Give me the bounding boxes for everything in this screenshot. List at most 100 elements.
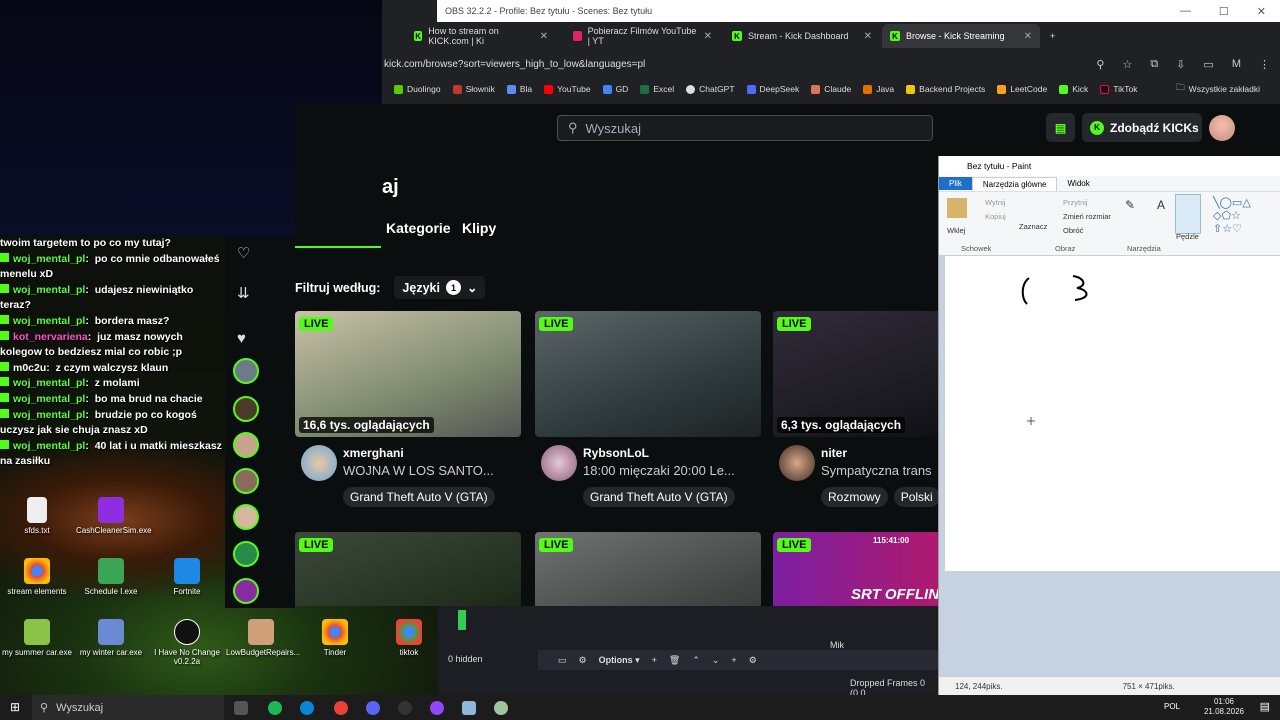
close-tab-icon[interactable]: ✕: [704, 31, 712, 42]
shapes-gallery[interactable]: ╲◯▭△ ◇⬠☆ ⇧☆♡: [1213, 196, 1251, 235]
heart-icon[interactable]: ♡: [237, 244, 250, 262]
bookmark[interactable]: LeetCode: [997, 84, 1047, 94]
app-icon[interactable]: [494, 701, 508, 715]
add-icon[interactable]: +: [731, 655, 736, 665]
category-tag[interactable]: Rozmowy: [821, 487, 888, 507]
category-tag[interactable]: Grand Theft Auto V (GTA): [583, 487, 735, 507]
bookmark[interactable]: Słownik: [452, 84, 495, 94]
tab-clips[interactable]: Klipy: [462, 220, 496, 236]
profile-icon[interactable]: M: [1232, 58, 1241, 71]
stream-title[interactable]: 18:00 mięczaki 20:00 Le...: [583, 463, 761, 478]
tab-categories[interactable]: Kategorie: [386, 220, 451, 236]
delete-icon[interactable]: 🗑: [669, 655, 680, 666]
edge-icon[interactable]: [300, 701, 314, 715]
copy-button[interactable]: Kopiuj: [985, 212, 1006, 221]
options-button[interactable]: Options ▾: [599, 655, 640, 666]
discord-icon[interactable]: [366, 701, 380, 715]
browser-tab[interactable]: K How to stream on KICK.com | Ki ✕: [406, 24, 556, 48]
address-bar[interactable]: kick.com/browse?sort=viewers_high_to_low…: [382, 52, 1280, 76]
language-filter-button[interactable]: Języki 1 ⌄: [394, 276, 486, 299]
close-tab-icon[interactable]: ✕: [864, 31, 872, 42]
bookmark[interactable]: GD: [602, 84, 628, 94]
heart-filled-icon[interactable]: ♥: [237, 330, 246, 347]
minimize-icon[interactable]: —: [1180, 5, 1191, 18]
bookmark[interactable]: Bla: [506, 84, 532, 94]
browser-tab[interactable]: K Stream - Kick Dashboard ✕: [724, 24, 880, 48]
resize-button[interactable]: Zmień rozmiar: [1063, 212, 1111, 221]
browser-tab[interactable]: Pobieracz Filmów YouTube | YT ✕: [565, 24, 720, 48]
desktop-icon[interactable]: Tinder: [300, 619, 370, 657]
desktop-icon[interactable]: I Have No Change v0.2.2a: [152, 619, 222, 666]
channel-name[interactable]: RybsonLoL: [583, 446, 649, 460]
stream-card[interactable]: LIVE 115:41:00 SRT OFFLINE: [773, 532, 938, 606]
app-icon[interactable]: [430, 701, 444, 715]
followed-channel-avatar[interactable]: [233, 504, 259, 530]
channel-name[interactable]: niter: [821, 446, 847, 460]
text-icon[interactable]: A: [1157, 198, 1165, 212]
stream-card[interactable]: LIVE 6,3 tys. oglądających niter Sympaty…: [773, 311, 938, 511]
desktop-icon[interactable]: Schedule I.exe: [76, 558, 146, 596]
stream-thumbnail[interactable]: LIVE 16,6 tys. oglądających: [295, 311, 521, 437]
category-tag[interactable]: Polski: [893, 487, 938, 507]
paste-button[interactable]: Wklej: [947, 226, 965, 235]
add-icon[interactable]: +: [652, 655, 657, 665]
bookmark[interactable]: Duolingo: [394, 84, 441, 94]
collapse-icon[interactable]: ⇊: [237, 284, 250, 302]
desktop-icon[interactable]: sfds.txt: [2, 497, 72, 535]
desktop-icon[interactable]: Fortnite: [152, 558, 222, 596]
stream-thumbnail[interactable]: LIVE 6,3 tys. oglądających: [773, 311, 938, 437]
filter-icon[interactable]: ⚙: [579, 655, 587, 666]
stream-card[interactable]: LIVE 16,6 tys. oglądających xmerghani WO…: [295, 311, 521, 507]
close-tab-icon[interactable]: ✕: [540, 31, 548, 42]
bookmark[interactable]: Excel: [640, 84, 674, 94]
star-icon[interactable]: ☆: [1122, 58, 1132, 71]
stream-title[interactable]: Sympatyczna trans: [821, 463, 938, 478]
kick-logo-button[interactable]: ▤: [1046, 113, 1075, 142]
gear-icon[interactable]: ⚙: [749, 655, 757, 666]
bookmark[interactable]: Java: [863, 84, 894, 94]
download-icon[interactable]: ⇩: [1176, 58, 1185, 71]
stream-card[interactable]: LIVE RybsonLoL 18:00 mięczaki 20:00 Le..…: [535, 311, 761, 507]
category-tag[interactable]: Grand Theft Auto V (GTA): [343, 487, 495, 507]
layout-icon[interactable]: ▭: [558, 655, 567, 666]
browser-tab-active[interactable]: K Browse - Kick Streaming ✕: [882, 24, 1040, 48]
new-tab-button[interactable]: +: [1042, 24, 1063, 48]
stream-card[interactable]: LIVE: [295, 532, 521, 606]
move-up-icon[interactable]: ⌃: [692, 655, 700, 666]
followed-channel-avatar[interactable]: [233, 396, 259, 422]
stream-thumbnail[interactable]: LIVE 115:41:00 SRT OFFLINE: [773, 532, 938, 606]
bookmark[interactable]: YouTube: [544, 84, 591, 94]
task-view-icon[interactable]: [234, 701, 248, 715]
notifications-icon[interactable]: ▤: [1260, 700, 1270, 713]
obs-icon[interactable]: [398, 701, 412, 715]
stream-thumbnail[interactable]: LIVE: [535, 311, 761, 437]
extensions-icon[interactable]: ⧉: [1150, 58, 1158, 71]
brushes-button[interactable]: [1175, 194, 1201, 234]
bookmark[interactable]: DeepSeek: [746, 84, 799, 94]
tab-home[interactable]: Narzędzia główne: [971, 176, 1058, 191]
close-icon[interactable]: ✕: [1257, 5, 1266, 18]
stream-thumbnail[interactable]: LIVE: [295, 532, 521, 606]
followed-channel-avatar[interactable]: [233, 468, 259, 494]
desktop-icon[interactable]: my summer car.exe: [2, 619, 72, 657]
stream-card[interactable]: LIVE: [535, 532, 761, 606]
desktop-icon[interactable]: my winter car.exe: [76, 619, 146, 657]
close-tab-icon[interactable]: ✕: [1024, 31, 1032, 42]
crop-button[interactable]: Przytnij: [1063, 198, 1088, 207]
paste-icon[interactable]: [947, 198, 967, 218]
bookmark[interactable]: ChatGPT: [686, 84, 735, 94]
zoom-icon[interactable]: ⚲: [1096, 58, 1104, 71]
language-indicator[interactable]: POL: [1164, 702, 1180, 711]
channel-avatar[interactable]: [541, 445, 577, 481]
paint-icon[interactable]: [462, 701, 476, 715]
taskbar-search[interactable]: ⚲ Wyszukaj: [32, 695, 224, 720]
clock[interactable]: 01:06 21.08.2026: [1204, 697, 1244, 717]
all-bookmarks[interactable]: 🗀 Wszystkie zakładki: [1176, 82, 1280, 96]
spotify-icon[interactable]: [268, 701, 282, 715]
channel-name[interactable]: xmerghani: [343, 446, 404, 460]
search-input[interactable]: ⚲ Wyszukaj: [557, 115, 933, 141]
move-down-icon[interactable]: ⌄: [712, 655, 720, 666]
stream-thumbnail[interactable]: LIVE: [535, 532, 761, 606]
avatar[interactable]: [1209, 115, 1235, 141]
sidebar-icon[interactable]: ▭: [1203, 58, 1213, 71]
